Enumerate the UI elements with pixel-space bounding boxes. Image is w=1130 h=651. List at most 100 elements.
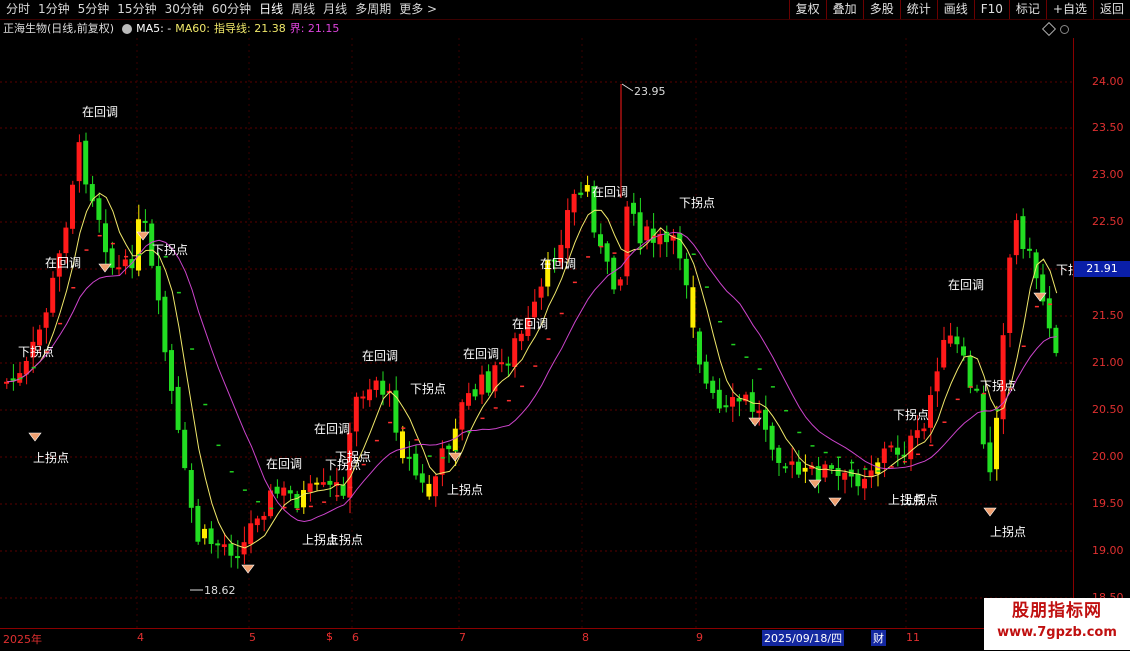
signal-label: 在回调 xyxy=(82,105,118,119)
period-tab-5[interactable]: 60分钟 xyxy=(208,0,255,19)
diamond-signal-icon xyxy=(983,507,997,517)
date-tick-label: 6 xyxy=(352,631,359,644)
signal-label: 下拐点 xyxy=(893,407,929,422)
selected-date: 2025/09/18/四 xyxy=(762,630,845,646)
candle-body xyxy=(855,473,861,487)
watermark-logo: 股朋指标网 www.7gpzb.com xyxy=(984,598,1130,650)
candle-body xyxy=(63,227,69,254)
signal-label: 在回调 xyxy=(45,256,81,270)
diamond-signal-icon xyxy=(28,432,42,442)
candle-body xyxy=(50,277,56,313)
candle-body xyxy=(624,206,630,277)
toolbar-button-7[interactable]: +自选 xyxy=(1045,0,1093,19)
candle-body xyxy=(862,478,867,489)
diamond-icon[interactable] xyxy=(1041,21,1057,37)
candle-body xyxy=(142,220,148,223)
candle-body xyxy=(433,476,438,497)
period-tab-8[interactable]: 月线 xyxy=(319,0,351,19)
candle-body xyxy=(314,482,320,485)
candle-body xyxy=(261,515,267,520)
candle-body xyxy=(1053,327,1059,354)
period-tab-4[interactable]: 30分钟 xyxy=(161,0,208,19)
period-tab-1[interactable]: 1分钟 xyxy=(34,0,74,19)
diamond-signal-icon xyxy=(808,479,822,489)
candle-body xyxy=(1046,298,1052,329)
circle-icon[interactable] xyxy=(1060,25,1069,34)
ma60-value: MA60: xyxy=(175,22,210,35)
candle-body xyxy=(637,212,643,244)
toolbar-button-8[interactable]: 返回 xyxy=(1092,0,1130,19)
toolbar-button-1[interactable]: 叠加 xyxy=(825,0,863,19)
candle-body xyxy=(796,461,801,475)
candle-body xyxy=(472,389,478,397)
candle-body xyxy=(70,184,75,229)
candle-body xyxy=(406,456,412,459)
candle-body xyxy=(961,346,966,356)
candle-body xyxy=(842,472,848,480)
period-toolbar: 分时 1分钟 5分钟 15分钟 30分钟 60分钟 日线 周线 月线 多周期 更多 > 复权 叠加 多股… xyxy=(0,0,1130,20)
candle-body xyxy=(182,429,188,469)
candle-body xyxy=(413,453,419,476)
signal-label: 上拐点 xyxy=(990,524,1026,539)
price-tick-label: 23.50 xyxy=(1092,121,1124,134)
function-buttons: 复权 叠加 多股 统计 画线 F10 标记 +自选 返回 xyxy=(788,0,1130,19)
signal-label: 下拐点 xyxy=(152,242,188,257)
candle-body xyxy=(202,528,207,539)
candle-body xyxy=(611,257,617,290)
toolbar-button-4[interactable]: 画线 xyxy=(936,0,974,19)
date-tick-label: 5 xyxy=(249,631,256,644)
candle-body xyxy=(419,473,425,483)
candle-body xyxy=(881,448,887,464)
signal-label: 下拐点 xyxy=(410,381,446,396)
candle-body xyxy=(908,435,914,460)
candle-body xyxy=(584,185,590,192)
candle-body xyxy=(446,445,452,450)
candle-body xyxy=(538,286,544,298)
toolbar-button-5[interactable]: F10 xyxy=(973,0,1009,19)
candle-body xyxy=(802,467,808,472)
period-tab-0[interactable]: 分时 xyxy=(2,0,34,19)
candle-body xyxy=(914,430,920,438)
candle-body xyxy=(208,528,214,545)
candle-body xyxy=(439,448,445,475)
candle-body xyxy=(505,363,511,366)
period-tab-10[interactable]: 更多 > xyxy=(395,0,441,19)
candle-body xyxy=(380,380,386,395)
candle-body xyxy=(631,202,636,214)
candle-body xyxy=(281,487,287,496)
candle-body xyxy=(789,461,795,465)
candle-body xyxy=(921,428,927,432)
candle-body xyxy=(400,431,405,459)
period-tabs: 分时 1分钟 5分钟 15分钟 30分钟 60分钟 日线 周线 月线 多周期 更多 > xyxy=(2,0,441,19)
candle-body xyxy=(83,140,89,185)
candle-body xyxy=(23,360,29,375)
candle-body xyxy=(967,355,973,388)
candle-body xyxy=(690,287,696,328)
toolbar-button-6[interactable]: 标记 xyxy=(1008,0,1046,19)
candle-body xyxy=(169,350,174,391)
settings-gear-icon[interactable] xyxy=(122,24,133,34)
candlestick-chart[interactable]: 在回调在回调下拐点上拐点下拐点 在回调在回调下拐点在回调 下拐点下拐点上拐点上拐点上… xyxy=(0,38,1073,628)
price-tick-label: 22.50 xyxy=(1092,215,1124,228)
candle-body xyxy=(598,234,603,247)
toolbar-button-2[interactable]: 多股 xyxy=(862,0,900,19)
period-tab-2[interactable]: 5分钟 xyxy=(74,0,114,19)
candle-body xyxy=(43,312,49,328)
toolbar-button-3[interactable]: 统计 xyxy=(899,0,937,19)
candle-body xyxy=(1020,216,1026,250)
finance-marker[interactable]: 财 xyxy=(871,630,886,646)
candle-body xyxy=(96,198,102,220)
candle-body xyxy=(730,397,735,407)
period-tab-6[interactable]: 日线 xyxy=(255,0,287,19)
signal-label: 下拐 xyxy=(1056,262,1073,277)
date-tick-label: 8 xyxy=(582,631,589,644)
period-tab-7[interactable]: 周线 xyxy=(287,0,319,19)
signal-label: 在回调 xyxy=(362,349,398,363)
toolbar-button-0[interactable]: 复权 xyxy=(788,0,826,19)
candle-body xyxy=(274,486,280,494)
price-tick-label: 20.00 xyxy=(1092,450,1124,463)
event-marker-s[interactable]: $ xyxy=(326,630,333,643)
candle-body xyxy=(459,402,465,430)
period-tab-3[interactable]: 15分钟 xyxy=(113,0,160,19)
period-tab-9[interactable]: 多周期 xyxy=(351,0,395,19)
